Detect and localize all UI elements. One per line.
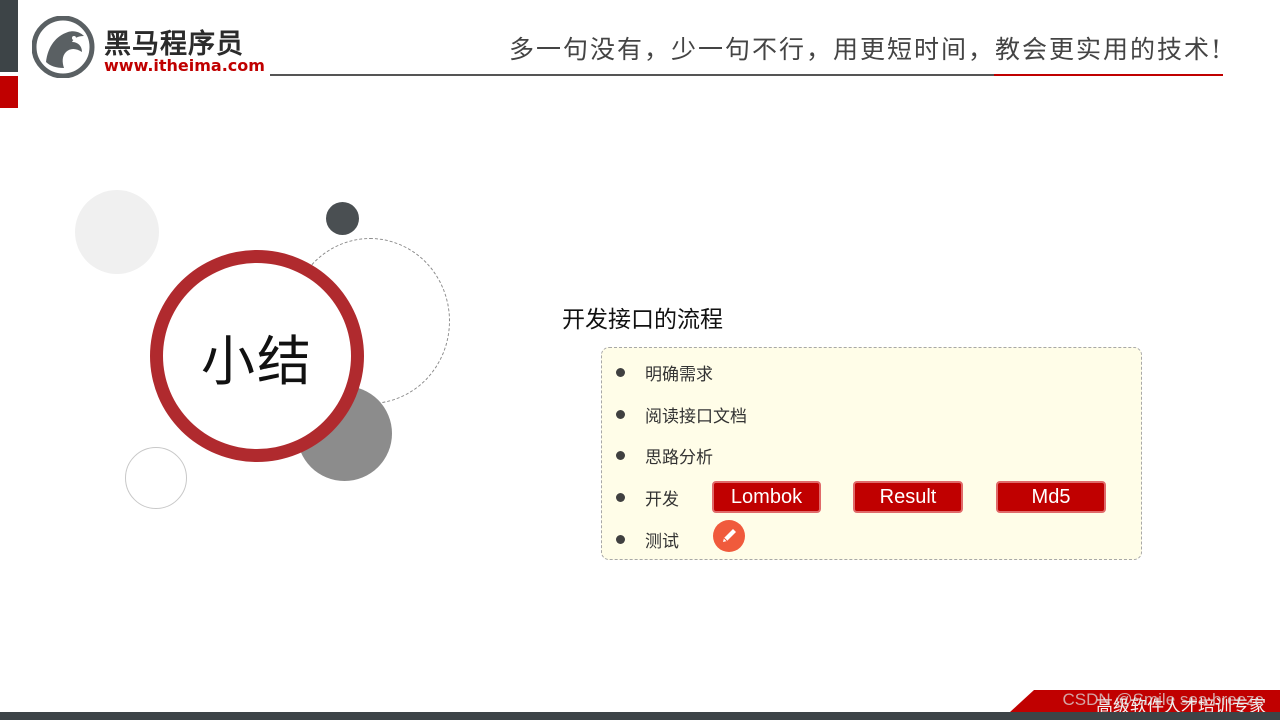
step-label: 明确需求 [645,364,713,385]
bullet-icon [616,492,625,502]
pen-icon [713,520,745,552]
step-item: 阅读接口文档 [616,402,747,427]
step-item: 开发 [616,485,679,510]
bullet-icon [616,450,625,460]
md5-tag: Md5 [996,481,1106,513]
decor-circle-light [75,190,159,274]
bullet-icon [616,409,625,419]
bullet-icon [616,367,625,377]
step-label: 开发 [645,489,679,510]
bullet-icon [616,534,625,544]
step-item: 明确需求 [616,360,713,385]
left-edge-red-accent [0,76,18,108]
header-slogan: 多一句没有，少一句不行，用更短时间，教会更实用的技术! [508,35,1223,64]
decor-circle-dark-dot [326,202,359,235]
step-label: 思路分析 [645,447,713,468]
step-label: 测试 [645,531,679,552]
step-item: 思路分析 [616,443,713,468]
header-divider [270,74,994,76]
left-edge-accent [0,0,18,72]
summary-label: 小结 [201,329,313,393]
lombok-tag: Lombok [712,481,821,513]
summary-ring: 小结 [150,250,364,462]
itheima-logo: 黑马程序员 www.itheima.com [32,16,265,80]
footer-bar [0,712,1280,720]
csdn-watermark: CSDN @Smile sea breeze [1062,690,1265,709]
header-divider-accent [994,74,1223,76]
horse-logo-icon [32,16,95,78]
decor-circle-outline [125,447,187,509]
section-title: 开发接口的流程 [562,307,723,333]
result-tag: Result [853,481,963,513]
process-steps-panel: 明确需求 阅读接口文档 思路分析 开发 测试 Lombok Result Md5 [601,347,1142,560]
step-label: 阅读接口文档 [645,406,747,427]
brand-url: www.itheima.com [104,56,265,75]
step-item: 测试 [616,527,679,552]
